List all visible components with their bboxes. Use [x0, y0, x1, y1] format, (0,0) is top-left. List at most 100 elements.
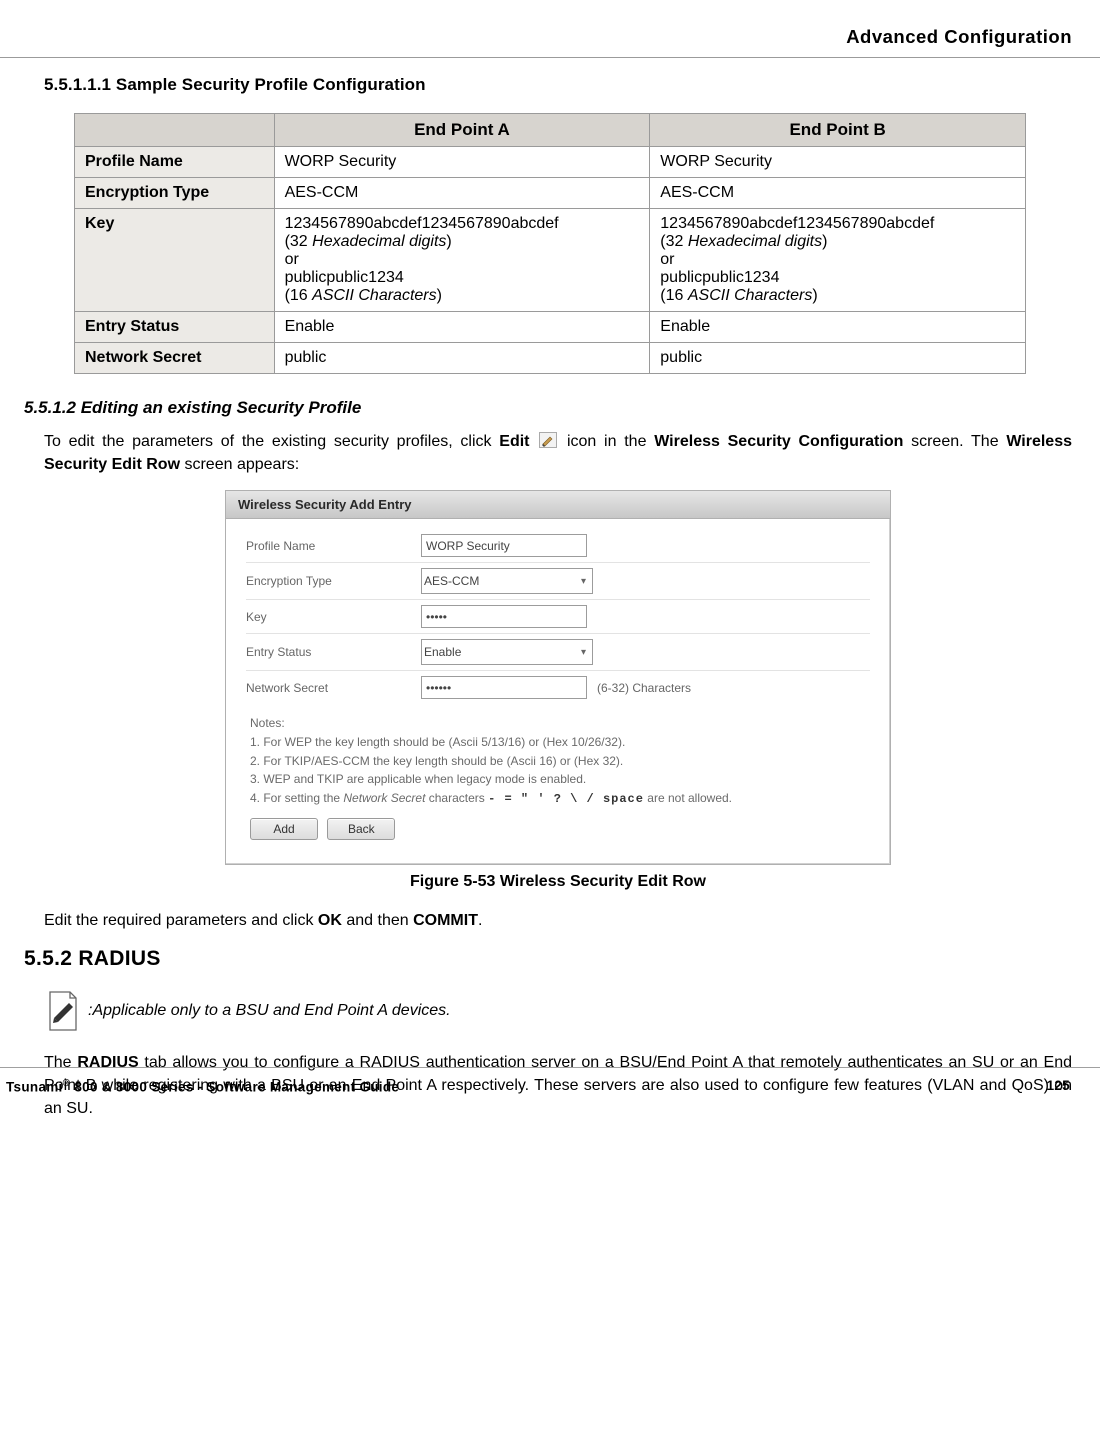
wireless-security-add-entry-panel: Wireless Security Add Entry Profile Name… — [225, 490, 891, 865]
text: 4. For setting the — [250, 791, 343, 805]
text: are not allowed. — [644, 791, 732, 805]
text: Hexadecimal digits — [688, 233, 822, 250]
text: ) — [446, 233, 451, 250]
panel-title: Wireless Security Add Entry — [226, 491, 890, 519]
profile-name-input[interactable] — [421, 534, 587, 557]
form-row-key: Key — [246, 600, 870, 634]
text: (32 — [660, 233, 688, 250]
row-profile-name: Profile Name — [75, 147, 275, 178]
text: ) — [812, 287, 817, 304]
page-number: 125 — [1047, 1078, 1070, 1095]
text: screen appears: — [180, 456, 299, 473]
text: Wireless Security Configuration — [654, 433, 903, 450]
edit-pencil-icon — [539, 432, 557, 448]
note-line: 4. For setting the Network Secret charac… — [250, 789, 866, 809]
cell: AES-CCM — [274, 178, 650, 209]
text: COMMIT — [413, 912, 478, 929]
hint-text: (6-32) Characters — [597, 681, 691, 695]
text: (32 — [285, 233, 313, 250]
text: publicpublic1234 — [660, 269, 779, 286]
page-footer: Tsunami® 800 & 8000 Series - Software Ma… — [0, 1078, 1100, 1095]
label: Profile Name — [246, 539, 421, 553]
table-row: Profile Name WORP Security WORP Security — [75, 147, 1026, 178]
key-input[interactable] — [421, 605, 587, 628]
cell: public — [274, 343, 650, 374]
row-network-secret: Network Secret — [75, 343, 275, 374]
label: Encryption Type — [246, 574, 421, 588]
cell: public — [650, 343, 1026, 374]
text: 1234567890abcdef1234567890abcdef — [285, 215, 559, 232]
paragraph: To edit the parameters of the existing s… — [44, 430, 1072, 476]
notes-label: Notes: — [250, 714, 866, 733]
cell: 1234567890abcdef1234567890abcdef (32 Hex… — [650, 209, 1026, 312]
cell: AES-CCM — [650, 178, 1026, 209]
paragraph: Edit the required parameters and click O… — [44, 909, 1072, 932]
text: or — [660, 251, 674, 268]
row-encryption-type: Encryption Type — [75, 178, 275, 209]
col-endpoint-b: End Point B — [650, 114, 1026, 147]
section-heading-5-5-2: 5.5.2 RADIUS — [24, 947, 1072, 971]
footer-left: Tsunami® 800 & 8000 Series - Software Ma… — [6, 1078, 399, 1095]
label: Network Secret — [246, 681, 421, 695]
text: 1234567890abcdef1234567890abcdef — [660, 215, 934, 232]
note-text: :Applicable only to a BSU and End Point … — [88, 1002, 451, 1020]
form-row-encryption-type: Encryption Type AES-CCM ▾ — [246, 563, 870, 600]
label: Key — [246, 610, 421, 624]
back-button[interactable]: Back — [327, 818, 395, 840]
encryption-type-select[interactable]: AES-CCM ▾ — [421, 568, 593, 594]
figure-caption: Figure 5-53 Wireless Security Edit Row — [44, 873, 1072, 891]
cell: Enable — [274, 312, 650, 343]
sample-security-profile-table: End Point A End Point B Profile Name WOR… — [74, 113, 1026, 374]
select-value: AES-CCM — [424, 574, 479, 588]
header-rule — [0, 57, 1100, 58]
text: ) — [437, 287, 442, 304]
note-row: :Applicable only to a BSU and End Point … — [44, 989, 1072, 1033]
form-row-network-secret: Network Secret (6-32) Characters — [246, 671, 870, 704]
text: Tsunami — [6, 1079, 63, 1094]
text: icon in the — [567, 433, 654, 450]
note-line: 1. For WEP the key length should be (Asc… — [250, 733, 866, 752]
network-secret-input[interactable] — [421, 676, 587, 699]
text: 800 & 8000 Series - Software Management … — [70, 1079, 399, 1094]
add-button[interactable]: Add — [250, 818, 318, 840]
form-row-entry-status: Entry Status Enable ▾ — [246, 634, 870, 671]
text: - = " ' ? \ / space — [488, 792, 644, 806]
cell: 1234567890abcdef1234567890abcdef (32 Hex… — [274, 209, 650, 312]
text: ASCII Characters — [312, 287, 436, 304]
text: . — [478, 912, 482, 929]
row-key: Key — [75, 209, 275, 312]
cell: WORP Security — [650, 147, 1026, 178]
table-row: Network Secret public public — [75, 343, 1026, 374]
note-pencil-icon — [44, 989, 82, 1033]
cell: WORP Security — [274, 147, 650, 178]
note-line: 3. WEP and TKIP are applicable when lega… — [250, 770, 866, 789]
text: ASCII Characters — [688, 287, 812, 304]
text: Edit — [499, 433, 529, 450]
cell: Enable — [650, 312, 1026, 343]
page-header: Advanced Configuration — [0, 26, 1100, 48]
text: To edit the parameters of the existing s… — [44, 433, 499, 450]
section-heading-5-5-1-1-1: 5.5.1.1.1 Sample Security Profile Config… — [44, 75, 1072, 95]
label: Entry Status — [246, 645, 421, 659]
select-value: Enable — [424, 645, 461, 659]
footer-rule — [0, 1067, 1100, 1068]
table-row: Encryption Type AES-CCM AES-CCM — [75, 178, 1026, 209]
text: Network Secret — [343, 791, 425, 805]
text: (16 — [285, 287, 313, 304]
text: and then — [342, 912, 413, 929]
row-entry-status: Entry Status — [75, 312, 275, 343]
text: Hexadecimal digits — [312, 233, 446, 250]
text: screen. The — [903, 433, 1006, 450]
note-line: 2. For TKIP/AES-CCM the key length shoul… — [250, 752, 866, 771]
table-row: Entry Status Enable Enable — [75, 312, 1026, 343]
table-row: Key 1234567890abcdef1234567890abcdef (32… — [75, 209, 1026, 312]
entry-status-select[interactable]: Enable ▾ — [421, 639, 593, 665]
text: (16 — [660, 287, 688, 304]
chevron-down-icon: ▾ — [581, 576, 590, 587]
text: OK — [318, 912, 342, 929]
text: ) — [822, 233, 827, 250]
section-heading-5-5-1-2: 5.5.1.2 Editing an existing Security Pro… — [24, 398, 1072, 418]
text: characters — [425, 791, 488, 805]
text: or — [285, 251, 299, 268]
text: publicpublic1234 — [285, 269, 404, 286]
